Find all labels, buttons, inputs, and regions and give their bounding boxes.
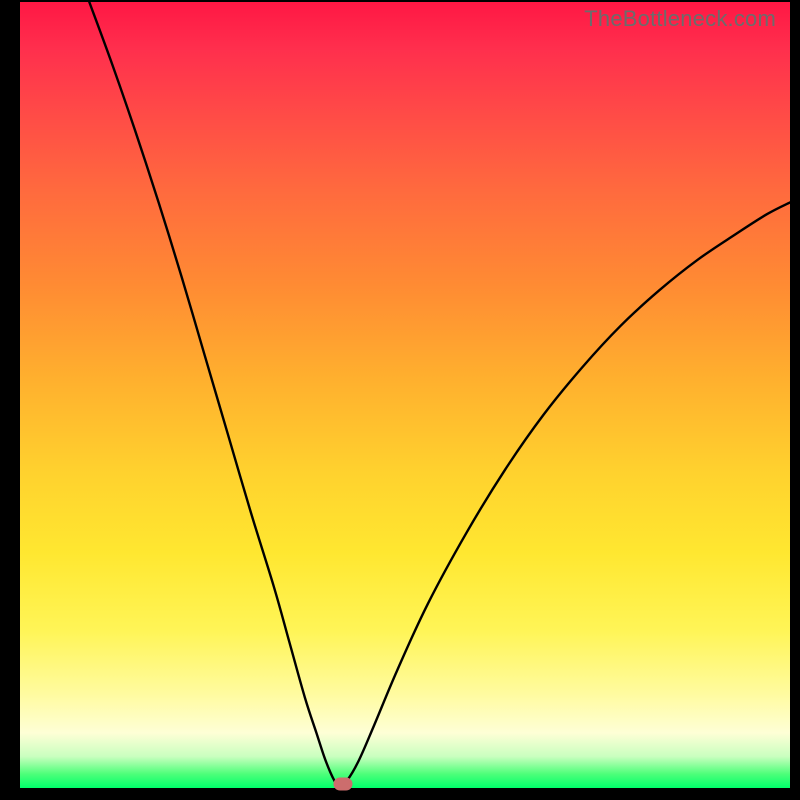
bottleneck-curve <box>20 2 790 788</box>
watermark-text: TheBottleneck.com <box>584 6 776 32</box>
plot-background-border: TheBottleneck.com <box>20 2 790 788</box>
chart-frame: TheBottleneck.com <box>0 0 800 800</box>
trough-marker <box>334 778 353 791</box>
